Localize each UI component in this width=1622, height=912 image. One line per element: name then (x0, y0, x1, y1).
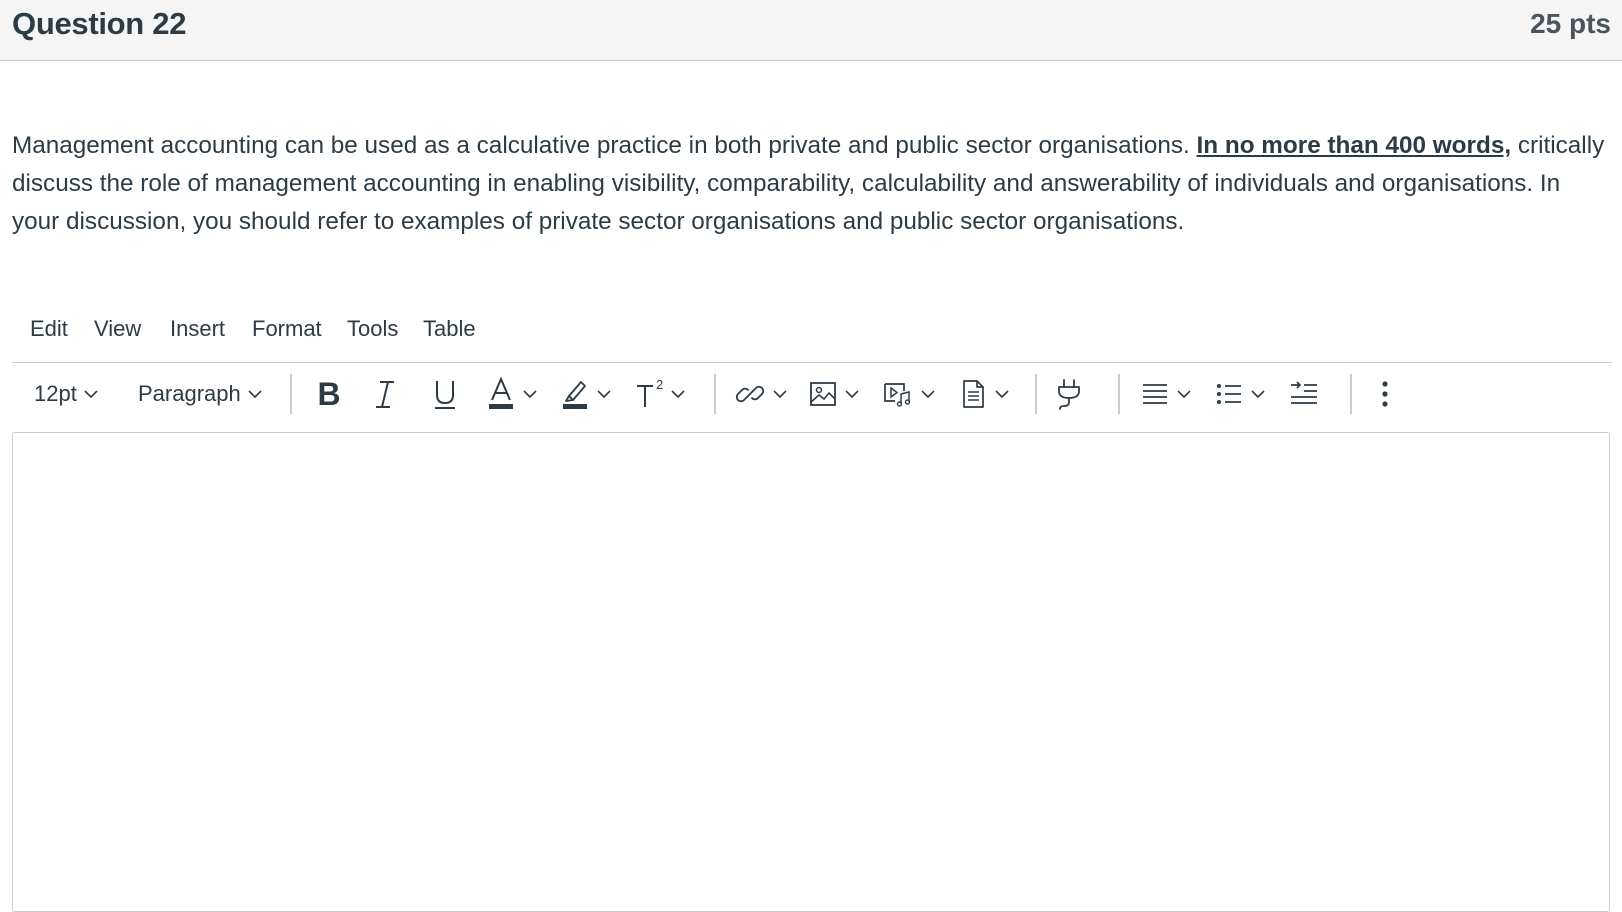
toolbar-separator (290, 374, 292, 414)
chevron-down-icon (995, 390, 1009, 399)
chevron-down-icon (597, 390, 611, 399)
block-format-value: Paragraph (138, 381, 241, 406)
superscript-button[interactable]: 2 (634, 370, 688, 418)
font-size-value: 12pt (34, 381, 77, 406)
menu-tools[interactable]: Tools (347, 316, 398, 342)
italic-button[interactable] (369, 370, 401, 418)
chevron-down-icon (1177, 390, 1191, 399)
document-icon (963, 380, 984, 408)
toolbar-separator (714, 374, 716, 414)
media-button[interactable] (882, 370, 938, 418)
menu-format[interactable]: Format (252, 316, 322, 342)
editor-toolbar: 12pt Paragraph B 2 (12, 362, 1612, 426)
chevron-down-icon (84, 390, 98, 399)
question-points: 25 pts (1530, 8, 1611, 39)
more-options-button[interactable] (1378, 370, 1392, 418)
link-icon (735, 385, 765, 403)
align-icon (1143, 384, 1167, 404)
indent-button[interactable] (1288, 370, 1320, 418)
link-button[interactable] (734, 370, 790, 418)
question-title: Question 22 (12, 6, 187, 41)
menu-table[interactable]: Table (423, 316, 476, 342)
toolbar-separator (1118, 374, 1120, 414)
apps-plugin-button[interactable] (1052, 370, 1086, 418)
chevron-down-icon (845, 390, 859, 399)
bullet-list-button[interactable] (1214, 370, 1268, 418)
question-text: Management accounting can be used as a c… (12, 127, 1612, 241)
chevron-down-icon (671, 390, 685, 399)
document-button[interactable] (958, 370, 1012, 418)
underline-icon (435, 381, 455, 409)
plugin-icon (1058, 379, 1080, 410)
underline-button[interactable] (429, 370, 461, 418)
question-text-part1: Management accounting can be used as a c… (12, 132, 1197, 159)
superscript-icon: 2 (637, 377, 663, 407)
menu-view[interactable]: View (94, 316, 141, 342)
indent-icon (1291, 381, 1317, 404)
bold-button[interactable]: B (312, 370, 346, 418)
image-icon (810, 382, 836, 406)
svg-text:B: B (317, 376, 340, 412)
block-format-select[interactable]: Paragraph (138, 370, 265, 418)
font-size-select[interactable]: 12pt (34, 370, 101, 418)
menu-edit[interactable]: Edit (30, 316, 68, 342)
align-button[interactable] (1140, 370, 1194, 418)
image-button[interactable] (808, 370, 862, 418)
chevron-down-icon (921, 390, 935, 399)
media-icon (884, 383, 911, 407)
chevron-down-icon (773, 390, 787, 399)
highlight-icon (563, 381, 587, 409)
toolbar-separator (1350, 374, 1352, 414)
highlight-color-button[interactable] (560, 370, 614, 418)
more-options-icon (1382, 381, 1388, 407)
question-header: Question 22 25 pts (0, 0, 1622, 61)
toolbar-separator (1035, 374, 1037, 414)
chevron-down-icon (1251, 390, 1265, 399)
bullet-list-icon (1217, 384, 1241, 404)
text-color-button[interactable] (486, 370, 540, 418)
svg-text:2: 2 (656, 377, 663, 392)
chevron-down-icon (248, 390, 262, 399)
italic-icon (376, 381, 394, 408)
word-limit-emphasis: In no more than 400 words, (1196, 132, 1512, 159)
editor-menubar: Edit View Insert Format Tools Table (12, 310, 1612, 363)
rich-text-editor-area[interactable] (12, 432, 1610, 912)
bold-icon: B (317, 376, 340, 412)
chevron-down-icon (523, 390, 537, 399)
text-color-icon (489, 376, 513, 409)
menu-insert[interactable]: Insert (170, 316, 225, 342)
